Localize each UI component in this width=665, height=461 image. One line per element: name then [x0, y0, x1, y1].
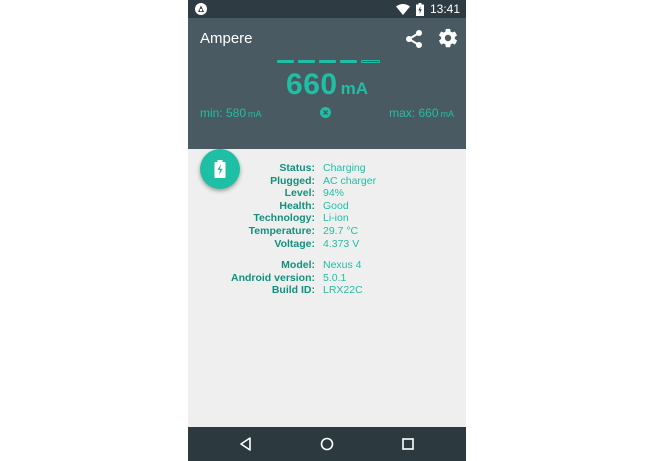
info-key: Build ID: — [271, 284, 315, 297]
info-key: Level: — [284, 187, 315, 200]
info-row-temperature: Temperature: 29.7 °C — [188, 225, 466, 238]
info-row-model: Model: Nexus 4 — [188, 259, 466, 272]
level-bar — [298, 60, 315, 63]
info-key: Model: — [281, 259, 315, 272]
share-icon[interactable] — [403, 28, 425, 50]
info-row-build-id: Build ID: LRX22C — [188, 284, 466, 297]
info-key: Voltage: — [274, 237, 315, 250]
max-reading: max: 660 mA — [389, 106, 454, 120]
app-header: Ampere 660 mA min: 580 mA max: 660 mA — [188, 18, 466, 189]
info-row-health: Health: Good — [188, 200, 466, 213]
info-key: Health: — [279, 199, 315, 212]
level-bars — [277, 60, 380, 63]
min-value: min: 580 — [200, 106, 247, 120]
reset-icon[interactable] — [320, 107, 331, 118]
recents-icon[interactable] — [400, 436, 416, 452]
info-value: Li-ion — [323, 212, 349, 225]
current-reading: 660 mA — [188, 68, 466, 102]
home-icon[interactable] — [319, 436, 335, 452]
info-key: Android version: — [230, 271, 315, 284]
info-key: Technology: — [253, 212, 315, 225]
info-row-voltage: Voltage: 4.373 V — [188, 238, 466, 251]
level-bar — [319, 60, 336, 63]
info-row-android-version: Android version: 5.0.1 — [188, 272, 466, 285]
battery-fab-button[interactable] — [200, 149, 240, 189]
navigation-bar — [188, 427, 466, 461]
level-bar — [277, 60, 294, 63]
info-value: 29.7 °C — [323, 224, 359, 237]
app-title: Ampere — [200, 30, 253, 47]
info-value: 5.0.1 — [323, 271, 347, 284]
info-value: Nexus 4 — [323, 259, 362, 272]
info-value: AC charger — [323, 174, 377, 187]
info-value: 94% — [323, 187, 345, 200]
level-bar — [340, 60, 357, 63]
info-key: Temperature: — [248, 224, 315, 237]
back-icon[interactable] — [238, 436, 254, 452]
wifi-icon — [395, 3, 410, 15]
min-reading: min: 580 mA — [200, 106, 262, 120]
clock: 13:41 — [429, 2, 460, 16]
current-unit: mA — [340, 79, 368, 98]
info-value: Charging — [323, 162, 366, 174]
info-row-level: Level: 94% — [188, 187, 466, 200]
phone-screen: 13:41 Ampere 660 mA min: 580 mA max: 660… — [188, 0, 466, 461]
info-value: 4.373 V — [323, 237, 360, 250]
info-value: LRX22C — [323, 284, 363, 297]
max-value: max: 660 — [389, 106, 439, 120]
max-unit: mA — [440, 109, 455, 119]
min-unit: mA — [248, 109, 262, 119]
gear-icon[interactable] — [437, 27, 459, 49]
battery-charging-icon — [214, 160, 226, 178]
info-row-technology: Technology: Li-ion — [188, 212, 466, 225]
info-value: Good — [323, 199, 349, 212]
status-bar: 13:41 — [188, 0, 466, 18]
level-bar — [361, 60, 380, 63]
current-value: 660 — [286, 68, 338, 101]
battery-charging-icon — [415, 2, 424, 16]
android-notification-icon — [195, 3, 207, 15]
